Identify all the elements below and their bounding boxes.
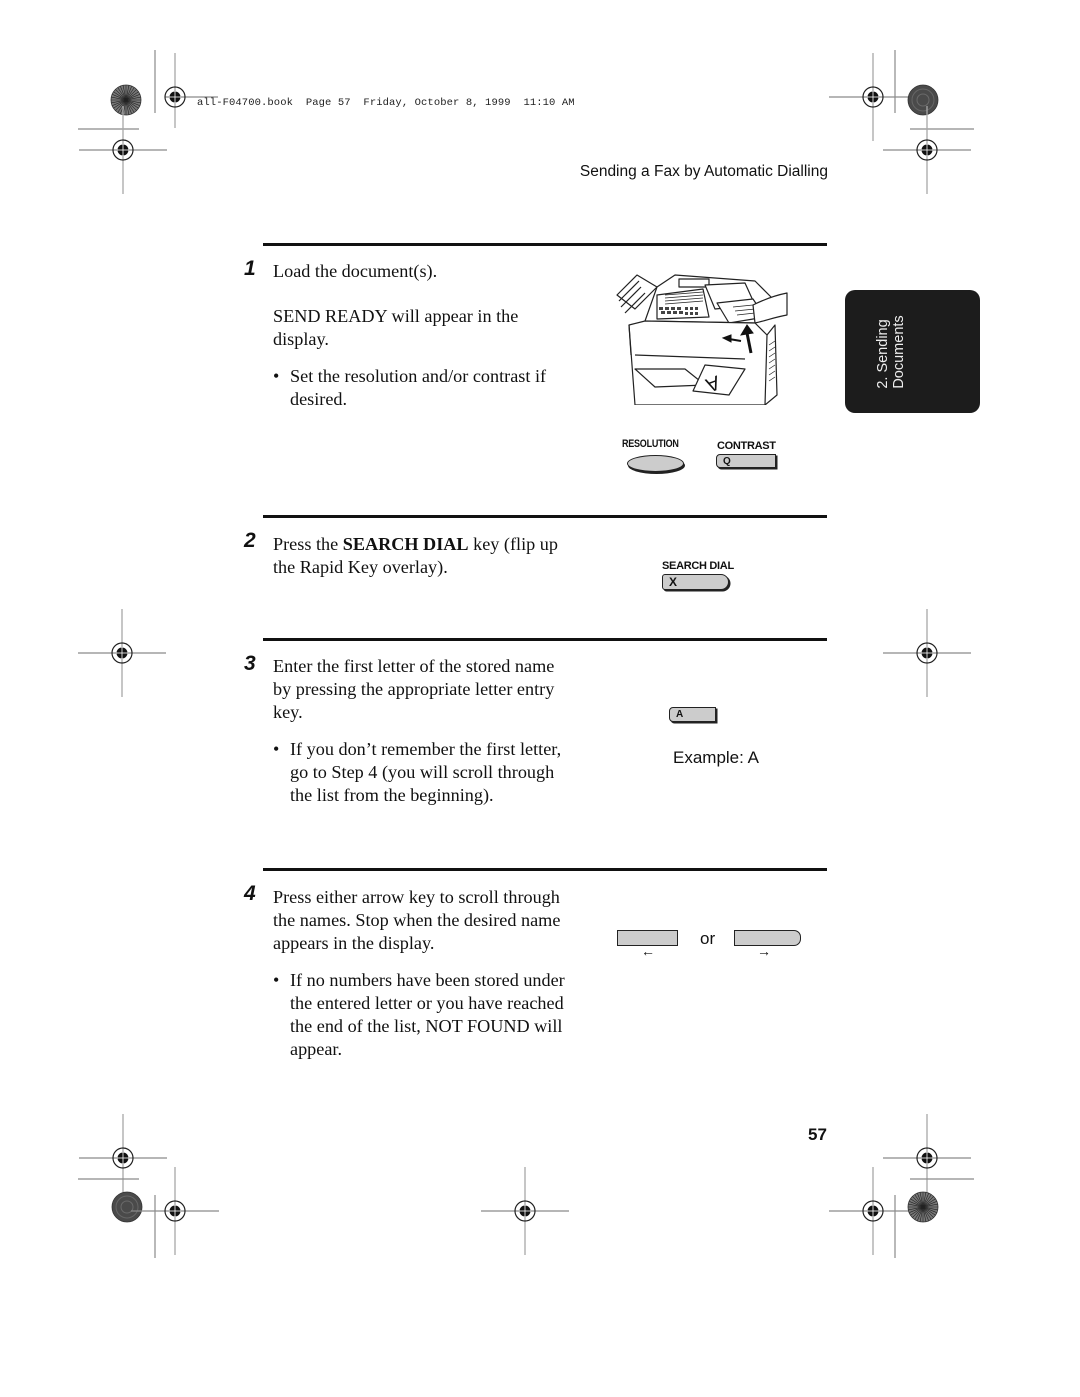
bullet-icon: • bbox=[273, 970, 280, 990]
step-3-instruction: Enter the first letter of the stored nam… bbox=[273, 656, 555, 722]
registration-mark-icon bbox=[130, 1166, 220, 1256]
step-divider bbox=[263, 638, 827, 641]
page-number: 57 bbox=[808, 1125, 827, 1144]
step-2-instruction: Press the SEARCH DIAL key (flip up the R… bbox=[273, 533, 563, 579]
chapter-tab: 2. Sending Documents bbox=[845, 290, 980, 413]
step-1-bullet: Set the resolution and/or contrast if de… bbox=[290, 366, 547, 409]
step-divider bbox=[263, 243, 827, 246]
search-dial-key-label: SEARCH DIAL bbox=[662, 560, 734, 572]
left-arrow-icon: ← bbox=[641, 943, 655, 959]
bullet-icon: • bbox=[273, 739, 280, 759]
step-4-number: 4 bbox=[244, 882, 256, 905]
step-divider bbox=[263, 868, 827, 871]
step-1-instruction: Load the document(s). bbox=[273, 261, 438, 281]
contrast-key[interactable]: Q bbox=[716, 454, 776, 468]
or-label: or bbox=[700, 929, 716, 948]
search-dial-key[interactable]: X bbox=[662, 574, 729, 590]
registration-mark-icon bbox=[78, 1113, 168, 1203]
bullet-icon: • bbox=[273, 366, 280, 386]
step-1-number: 1 bbox=[244, 257, 256, 280]
example-label: Example: A bbox=[673, 748, 759, 767]
running-head: Sending a Fax by Automatic Dialling bbox=[579, 163, 828, 180]
color-target-icon bbox=[110, 84, 142, 116]
search-dial-key-name: SEARCH DIAL bbox=[342, 534, 469, 554]
right-arrow-icon: → bbox=[757, 943, 771, 959]
step-4-instruction: Press either arrow key to scroll through… bbox=[273, 887, 561, 953]
registration-mark-icon bbox=[78, 105, 168, 195]
step-3-number: 3 bbox=[244, 652, 256, 675]
contrast-key-label: CONTRAST bbox=[717, 440, 776, 452]
fax-machine-loading-document-icon: A bbox=[616, 274, 788, 405]
color-target-icon bbox=[907, 1191, 939, 1223]
registration-mark-icon bbox=[480, 1166, 570, 1256]
chapter-tab-line1: 2. Sending bbox=[875, 319, 891, 389]
registration-mark-icon bbox=[882, 105, 972, 195]
step-divider bbox=[263, 515, 827, 518]
registration-mark-icon bbox=[828, 1166, 918, 1256]
letter-a-key[interactable]: A bbox=[669, 707, 716, 722]
resolution-key-label: RESOLUTION bbox=[622, 438, 679, 450]
chapter-tab-line2: Documents bbox=[891, 315, 907, 389]
registration-mark-icon bbox=[828, 52, 918, 142]
registration-mark-icon bbox=[882, 1113, 972, 1203]
step-4-bullet: If no numbers have been stored under the… bbox=[290, 970, 565, 1059]
step-1-note: SEND READY will appear in the display. bbox=[273, 306, 519, 349]
step-2-text-prefix: Press the bbox=[273, 534, 343, 554]
color-target-icon bbox=[907, 84, 939, 116]
step-2-number: 2 bbox=[244, 529, 256, 552]
registration-mark-icon bbox=[77, 608, 167, 698]
step-3-bullet: If you don’t remember the first letter, … bbox=[290, 739, 562, 805]
resolution-key[interactable] bbox=[627, 455, 684, 472]
color-target-icon bbox=[111, 1191, 143, 1223]
print-header: all-F04700.book Page 57 Friday, October … bbox=[197, 97, 575, 109]
registration-mark-icon bbox=[882, 608, 972, 698]
